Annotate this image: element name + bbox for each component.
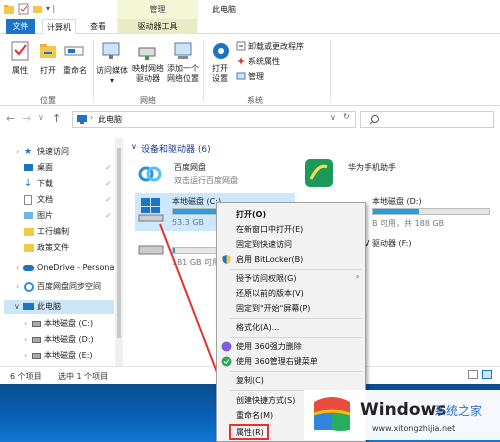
menu-separator bbox=[230, 269, 362, 270]
submenu-arrow-icon: › bbox=[356, 272, 360, 281]
watermark-url: www.xitongzhijia.net bbox=[372, 424, 456, 433]
menu-separator bbox=[230, 371, 362, 372]
menu-separator bbox=[230, 337, 362, 338]
menu-item-format[interactable]: 格式化(A)... bbox=[236, 321, 279, 334]
menu-item-360-manage-menu[interactable]: 使用 360管理右键菜单 bbox=[236, 355, 318, 368]
shield-icon bbox=[222, 255, 231, 264]
watermark-site: 系统之家 bbox=[434, 404, 483, 418]
menu-item-bitlocker[interactable]: 启用 BitLocker(B) bbox=[236, 253, 303, 266]
menu-item-open[interactable]: 打开(O) bbox=[236, 208, 266, 221]
menu-item-pin-start[interactable]: 固定到"开始"屏幕(P) bbox=[236, 302, 310, 315]
360-delete-icon bbox=[221, 341, 232, 352]
menu-item-360-force-delete[interactable]: 使用 360强力删除 bbox=[236, 340, 302, 353]
properties-highlight-box bbox=[229, 424, 269, 440]
menu-item-restore-versions[interactable]: 还原以前的版本(V) bbox=[236, 287, 304, 300]
menu-item-pin-quick-access[interactable]: 固定到快速访问 bbox=[236, 238, 292, 251]
windows-logo-icon bbox=[313, 397, 351, 431]
menu-item-rename[interactable]: 重命名(M) bbox=[236, 409, 273, 422]
menu-item-open-new-window[interactable]: 在新窗口中打开(E) bbox=[236, 223, 303, 236]
menu-item-grant-access[interactable]: 授予访问权限(G) bbox=[236, 272, 296, 285]
menu-item-create-shortcut[interactable]: 创建快捷方式(S) bbox=[236, 394, 295, 407]
menu-separator bbox=[230, 318, 362, 319]
360-manage-icon bbox=[221, 356, 232, 367]
menu-item-copy[interactable]: 复制(C) bbox=[236, 374, 264, 387]
